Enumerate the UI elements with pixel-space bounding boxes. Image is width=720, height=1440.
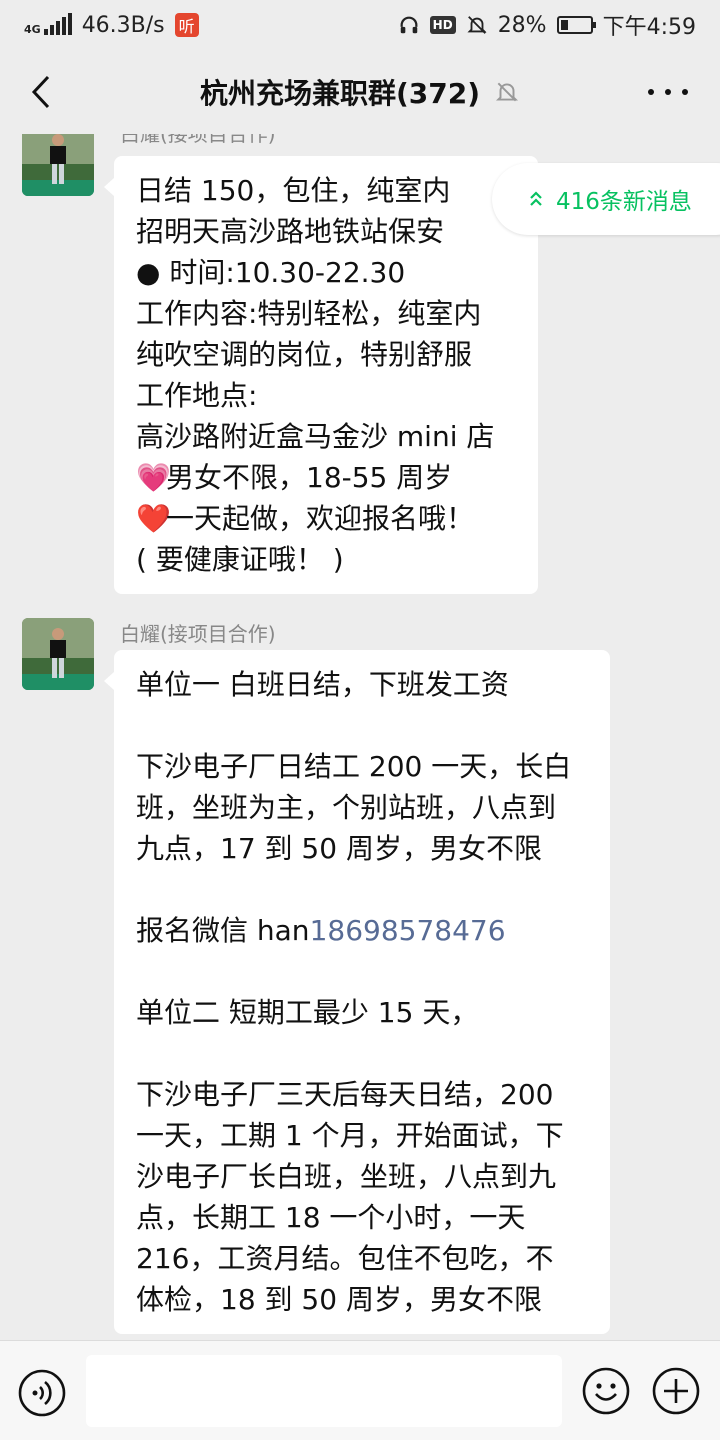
message-line: 单位一 白班日结，下班发工资 xyxy=(136,668,509,701)
headphones-icon xyxy=(400,16,418,34)
signal-indicator: 4G xyxy=(24,13,72,36)
message-line: 纯吹空调的岗位，特别舒服 xyxy=(136,338,473,371)
clock: 下午4:59 xyxy=(602,15,696,40)
message-line: 班，坐班为主，个别站班，八点到 xyxy=(136,791,557,824)
status-left: 4G 46.3B/s 听 xyxy=(24,13,199,38)
battery-icon xyxy=(556,16,596,34)
pink-heart-icon: 💗 xyxy=(136,461,171,494)
message-line: 高沙路附近盒马金沙 mini 店 xyxy=(136,420,495,453)
voice-input-button[interactable] xyxy=(18,1369,66,1417)
message-line: 一天，工期 1 个月，开始面试，下 xyxy=(136,1119,564,1152)
double-chevron-up-icon xyxy=(530,191,542,206)
emoji-button[interactable] xyxy=(582,1367,630,1415)
new-messages-button[interactable]: 416条新消息 xyxy=(492,163,720,235)
message-bubble[interactable]: 单位一 白班日结，下班发工资 下沙电子厂日结工 200 一天，长白 班，坐班为主… xyxy=(104,650,610,1334)
message-bubble[interactable]: 日结 150，包住，纯室内 招明天高沙路地铁站保安 ● 时间:10.30-22.… xyxy=(104,156,538,594)
message-text: 男女不限，18-55 周岁 xyxy=(166,461,453,494)
message-line: 沙电子厂长白班，坐班，八点到九 xyxy=(136,1160,557,1193)
message-text: 一天起做，欢迎报名哦！ xyxy=(166,502,475,535)
avatar[interactable] xyxy=(22,134,94,196)
status-right: HD 28% 下午4:59 xyxy=(398,9,696,41)
avatar-image xyxy=(22,618,94,690)
message-line: ❤️一天起做，欢迎报名哦！ xyxy=(136,498,516,539)
phone-link[interactable]: 18698578476 xyxy=(310,914,506,947)
signal-icon xyxy=(43,13,72,35)
message-line: 点，长期工 18 一个小时，一天 xyxy=(136,1201,526,1234)
dot-icon xyxy=(682,89,688,95)
network-speed: 46.3B/s xyxy=(81,12,165,38)
more-options-button[interactable] xyxy=(648,78,688,106)
message-line: 216，工资月结。包住不包吃，不 xyxy=(136,1242,554,1275)
sender-name: 白耀(接项目合作) xyxy=(120,134,276,146)
message-line: 体检，18 到 50 周岁，男女不限 xyxy=(136,1283,542,1316)
dot-icon xyxy=(648,89,654,95)
message-line: 下沙电子厂三天后每天日结，200 xyxy=(136,1078,554,1111)
message-line: ● 时间:10.30-22.30 xyxy=(136,256,406,289)
red-heart-icon: ❤️ xyxy=(136,502,171,535)
voice-icon xyxy=(18,1369,66,1417)
message-line: 💗男女不限，18-55 周岁 xyxy=(136,457,516,498)
title-group: 杭州充场兼职群(372) xyxy=(0,50,720,134)
plus-icon xyxy=(652,1367,700,1415)
battery-percent: 28% xyxy=(497,12,547,38)
message-text: 报名微信 han xyxy=(136,914,310,947)
network-type: 4G xyxy=(24,23,41,36)
more-functions-button[interactable] xyxy=(652,1367,700,1415)
message-line: 下沙电子厂日结工 200 一天，长白 xyxy=(136,750,572,783)
status-bar: 4G 46.3B/s 听 HD 28% 下午4:59 xyxy=(0,0,720,50)
input-bar xyxy=(0,1340,720,1440)
avatar-image xyxy=(22,134,94,196)
message-line: 报名微信 han18698578476 xyxy=(136,910,588,951)
hd-icon: HD xyxy=(429,16,456,34)
message-line: ( 要健康证哦！ ) xyxy=(136,543,344,576)
new-messages-label: 416条新消息 xyxy=(556,189,692,215)
smiley-icon xyxy=(582,1367,630,1415)
title-bar: 杭州充场兼职群(372) xyxy=(0,50,720,134)
message-line: 日结 150，包住，纯室内 xyxy=(136,174,451,207)
message-line: 单位二 短期工最少 15 天， xyxy=(136,996,479,1029)
message-line: 工作内容:特别轻松，纯室内 xyxy=(136,297,482,330)
message-line: 九点，17 到 50 周岁，男女不限 xyxy=(136,832,542,865)
message-line: 招明天高沙路地铁站保安 xyxy=(136,215,445,248)
avatar[interactable] xyxy=(22,618,94,690)
message-line: 工作地点: xyxy=(136,379,258,412)
dot-icon xyxy=(665,89,671,95)
mute-bell-icon xyxy=(467,16,487,34)
sender-name: 白耀(接项目合作) xyxy=(120,622,276,646)
listen-app-icon: 听 xyxy=(174,13,199,37)
chat-area[interactable]: 白耀(接项目合作) 日结 150，包住，纯室内 招明天高沙路地铁站保安 ● 时间… xyxy=(0,134,720,1340)
muted-bell-icon xyxy=(495,82,519,102)
message-input[interactable] xyxy=(86,1355,562,1427)
page-title: 杭州充场兼职群(372) xyxy=(199,77,481,110)
